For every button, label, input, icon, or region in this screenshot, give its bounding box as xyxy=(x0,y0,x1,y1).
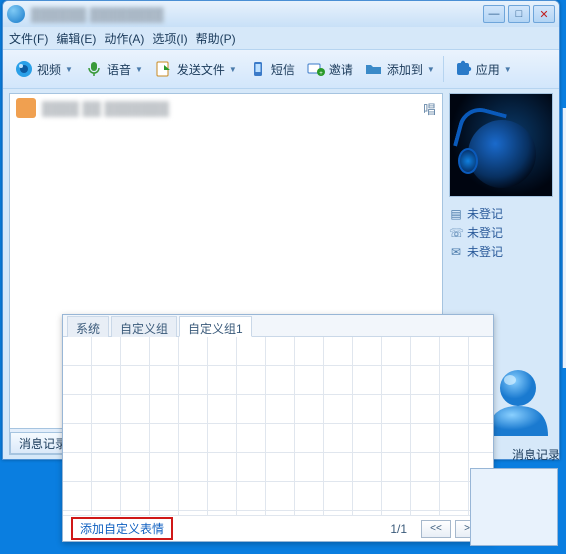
video-button[interactable]: 视频 ▼ xyxy=(9,55,77,83)
note-icon: ▤ xyxy=(449,207,463,221)
mail-icon: ✉ xyxy=(449,245,463,259)
menu-action[interactable]: 动作(A) xyxy=(104,30,144,47)
emoji-tabs: 系统 自定义组 自定义组1 xyxy=(63,315,493,337)
addto-label: 添加到 xyxy=(387,61,423,78)
toolbar: 视频 ▼ 语音 ▼ 发送文件 ▼ 短信 + 邀请 xyxy=(3,49,559,89)
buddy-info-list: ▤ 未登记 ☏ 未登记 ✉ 未登记 xyxy=(449,203,553,260)
video-icon xyxy=(13,58,35,80)
maximize-button[interactable]: □ xyxy=(508,5,530,23)
menu-edit[interactable]: 编辑(E) xyxy=(56,30,96,47)
contact-name: ████ ██ ███████ xyxy=(42,101,169,116)
window-title: ██████ ████████ xyxy=(31,7,483,22)
chevron-down-icon: ▼ xyxy=(504,65,512,74)
buddy-avatar[interactable] xyxy=(449,93,553,197)
sms-label: 短信 xyxy=(271,61,295,78)
app-label: 应用 xyxy=(476,61,500,78)
window-controls: — □ ✕ xyxy=(483,5,555,23)
phone-icon xyxy=(247,58,269,80)
invite-icon: + xyxy=(305,58,327,80)
add-custom-emoji-link[interactable]: 添加自定义表情 xyxy=(76,520,168,538)
chat-header: ████ ██ ███████ 唱 xyxy=(10,94,442,122)
background-window-sliver xyxy=(562,108,566,368)
chevron-down-icon: ▼ xyxy=(229,65,237,74)
phone-small-icon: ☏ xyxy=(449,226,463,240)
info-l1: 未登记 xyxy=(467,205,503,222)
menu-option[interactable]: 选项(I) xyxy=(152,30,187,47)
emoji-tab-system[interactable]: 系统 xyxy=(67,316,109,337)
chevron-down-icon: ▼ xyxy=(65,65,73,74)
puzzle-icon xyxy=(452,58,474,80)
sms-button[interactable]: 短信 xyxy=(243,55,299,83)
emoji-tab-customgroup1[interactable]: 自定义组1 xyxy=(179,316,252,337)
svg-text:+: + xyxy=(319,71,323,77)
chevron-down-icon: ▼ xyxy=(135,65,143,74)
folder-icon xyxy=(363,58,385,80)
toolbar-separator xyxy=(443,56,444,82)
emoji-footer: 添加自定义表情 1/1 << >> xyxy=(63,515,493,541)
info-row-phone[interactable]: ☏ 未登记 xyxy=(449,224,553,241)
sendfile-icon xyxy=(153,58,175,80)
message-record-label: 消息记录 xyxy=(19,435,67,452)
video-label: 视频 xyxy=(37,61,61,78)
menu-help[interactable]: 帮助(P) xyxy=(196,30,236,47)
chevron-down-icon: ▼ xyxy=(427,65,435,74)
app-button[interactable]: 应用 ▼ xyxy=(448,55,516,83)
voice-button[interactable]: 语音 ▼ xyxy=(79,55,147,83)
menu-file[interactable]: 文件(F) xyxy=(9,30,48,47)
info-l3: 未登记 xyxy=(467,243,503,260)
message-record-link-right[interactable]: 消息记录 xyxy=(512,446,560,463)
titlebar: ██████ ████████ — □ ✕ xyxy=(3,1,559,27)
info-row-notes[interactable]: ▤ 未登记 xyxy=(449,205,553,222)
add-custom-emoji-highlight: 添加自定义表情 xyxy=(71,517,173,540)
emoji-prev-button[interactable]: << xyxy=(421,520,451,538)
emoji-tab-customgroup[interactable]: 自定义组 xyxy=(111,316,177,337)
contact-avatar-icon xyxy=(16,98,36,118)
voice-label: 语音 xyxy=(107,61,131,78)
speak-icon[interactable]: 唱 xyxy=(423,99,436,118)
info-row-mail[interactable]: ✉ 未登记 xyxy=(449,243,553,260)
sendfile-label: 发送文件 xyxy=(177,61,225,78)
app-icon xyxy=(7,5,25,23)
background-window-sliver-2 xyxy=(470,468,558,546)
emoji-grid[interactable] xyxy=(63,337,493,515)
info-l2: 未登记 xyxy=(467,224,503,241)
addto-button[interactable]: 添加到 ▼ xyxy=(359,55,439,83)
emoji-popup: 系统 自定义组 自定义组1 添加自定义表情 1/1 << >> xyxy=(62,314,494,542)
emoji-page-info: 1/1 xyxy=(390,522,407,536)
minimize-button[interactable]: — xyxy=(483,5,505,23)
close-button[interactable]: ✕ xyxy=(533,5,555,23)
microphone-icon xyxy=(83,58,105,80)
menubar: 文件(F) 编辑(E) 动作(A) 选项(I) 帮助(P) xyxy=(3,27,559,49)
sendfile-button[interactable]: 发送文件 ▼ xyxy=(149,55,241,83)
invite-button[interactable]: + 邀请 xyxy=(301,55,357,83)
invite-label: 邀请 xyxy=(329,61,353,78)
